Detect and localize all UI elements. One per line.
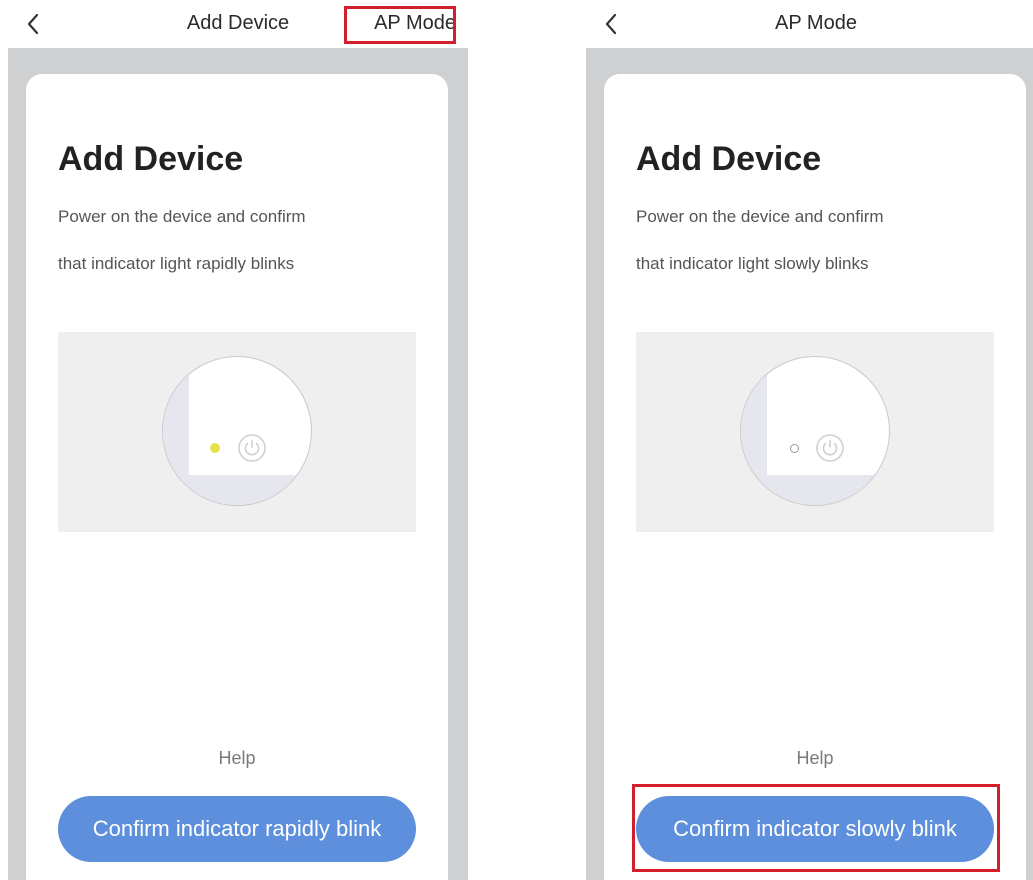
add-device-card: Add Device Power on the device and confi… xyxy=(604,74,1026,880)
power-icon xyxy=(816,434,844,462)
indicator-light-off xyxy=(790,444,799,453)
ap-mode-link[interactable]: AP Mode xyxy=(374,12,456,35)
device-edge-bottom xyxy=(163,475,311,505)
power-icon xyxy=(238,434,266,462)
navbar: AP Mode xyxy=(586,0,1033,48)
add-device-card: Add Device Power on the device and confi… xyxy=(26,74,448,880)
device-illustration xyxy=(58,332,416,532)
instruction-line-2: that indicator light slowly blinks xyxy=(636,254,869,273)
comparison-stage: Add Device AP Mode Add Device Power on t… xyxy=(0,0,1033,880)
card-title: Add Device xyxy=(636,140,822,178)
screen-rapid-blink: Add Device AP Mode Add Device Power on t… xyxy=(8,0,468,880)
help-link[interactable]: Help xyxy=(26,748,448,769)
nav-title: AP Mode xyxy=(775,12,857,34)
device-illustration xyxy=(636,332,994,532)
zoom-lens xyxy=(162,356,312,506)
indicator-light-on xyxy=(210,443,220,453)
navbar: Add Device AP Mode xyxy=(8,0,468,48)
instruction-line-1: Power on the device and confirm xyxy=(58,207,306,226)
card-title: Add Device xyxy=(58,140,244,178)
zoom-lens xyxy=(740,356,890,506)
confirm-rapid-blink-button[interactable]: Confirm indicator rapidly blink xyxy=(58,796,416,862)
instruction-line-1: Power on the device and confirm xyxy=(636,207,884,226)
help-link[interactable]: Help xyxy=(604,748,1026,769)
device-edge-bottom xyxy=(741,475,889,505)
screen-slow-blink: AP Mode Add Device Power on the device a… xyxy=(586,0,1033,880)
instruction-line-2: that indicator light rapidly blinks xyxy=(58,254,295,273)
confirm-slow-blink-button[interactable]: Confirm indicator slowly blink xyxy=(636,796,994,862)
